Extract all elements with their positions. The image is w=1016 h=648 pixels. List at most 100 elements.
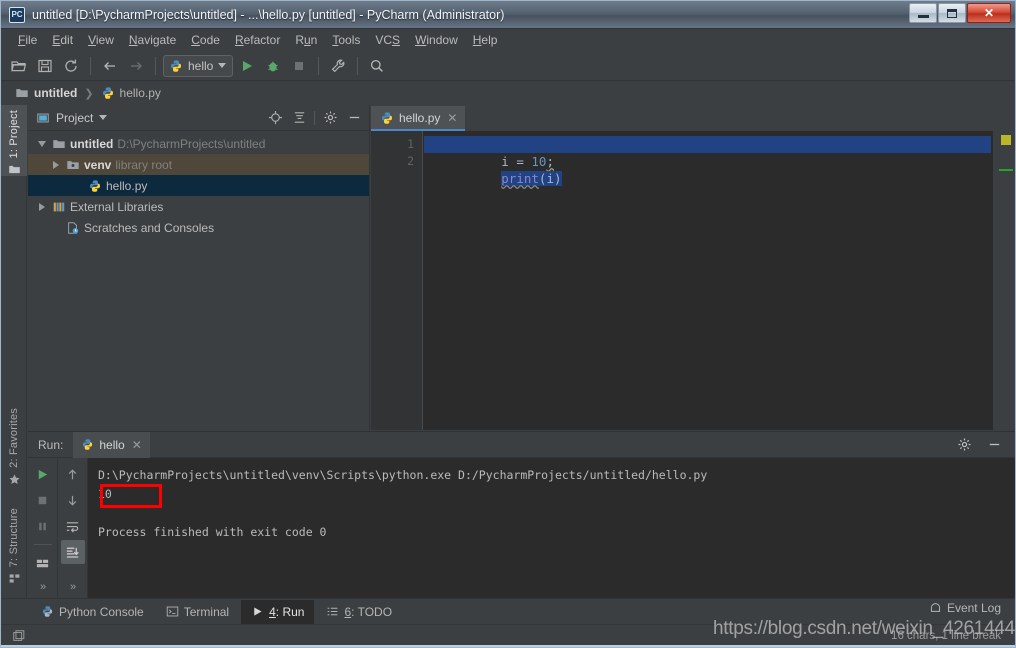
expand-toggle-icon[interactable] xyxy=(50,160,62,169)
event-log-button[interactable]: Event Log xyxy=(929,601,1001,615)
app-logo-icon: PC xyxy=(9,6,25,23)
menu-item-help[interactable]: Help xyxy=(466,31,505,49)
open-folder-button[interactable] xyxy=(7,54,31,78)
up-stack-button[interactable] xyxy=(61,462,85,486)
editor-tab-hello-py[interactable]: hello.py ✕ xyxy=(371,106,466,131)
tree-label-hello-py: hello.py xyxy=(106,178,148,193)
run-window-actions xyxy=(955,436,1015,454)
terminal-icon xyxy=(166,606,178,617)
expand-toggle-icon[interactable] xyxy=(36,202,48,211)
status-bar-right: 16 chars, 1 line break xyxy=(891,630,1015,642)
tree-row-hello-py[interactable]: hello.py xyxy=(28,175,369,196)
bottom-tab-todo[interactable]: 6: TODO xyxy=(316,600,402,624)
menu-item-tools[interactable]: Tools xyxy=(325,31,367,49)
status-text: 16 chars, 1 line break xyxy=(891,630,1001,642)
collapse-all-icon xyxy=(294,112,304,123)
menu-item-navigate[interactable]: Navigate xyxy=(122,31,183,49)
sidebar-item-favorites[interactable]: 2: Favorites xyxy=(1,403,27,486)
menu-item-vcs[interactable]: VCS xyxy=(368,31,407,49)
window-bottom-frame xyxy=(1,645,1015,647)
scroll-to-end-button[interactable] xyxy=(60,540,85,564)
editor-body[interactable]: 1 2 i = 10; print(i) xyxy=(371,131,1015,430)
menu-item-view[interactable]: View xyxy=(81,31,121,49)
navigate-back-button[interactable] xyxy=(98,54,122,78)
search-button[interactable] xyxy=(365,54,389,78)
project-panel-header: Project xyxy=(28,105,369,131)
project-icon xyxy=(37,113,49,122)
debug-icon xyxy=(268,61,279,71)
run-console[interactable]: D:\PycharmProjects\untitled\venv\Scripts… xyxy=(88,458,1015,599)
stop-button[interactable] xyxy=(287,54,311,78)
sync-button[interactable] xyxy=(59,54,83,78)
project-settings-button[interactable] xyxy=(321,109,339,127)
code-viewport[interactable]: i = 10; print(i) xyxy=(424,131,991,430)
sync-icon xyxy=(65,59,77,72)
hide-panel-button[interactable] xyxy=(345,109,363,127)
tree-label-untitled: untitled xyxy=(70,136,114,151)
more-icon[interactable]: » xyxy=(70,581,76,593)
toggle-toolbar-button[interactable] xyxy=(11,628,27,644)
minimize-button[interactable] xyxy=(909,3,937,23)
bottom-tab-python-console[interactable]: Python Console xyxy=(31,600,154,624)
bottom-tab-run[interactable]: 4: Run xyxy=(241,599,315,624)
status-bar: 16 chars, 1 line break xyxy=(1,624,1015,647)
warning-marker[interactable] xyxy=(1001,135,1011,145)
tree-row-external-libraries[interactable]: External Libraries xyxy=(28,196,369,217)
more-icon[interactable]: » xyxy=(40,581,46,593)
sidebar-item-favorites-label: 2: Favorites xyxy=(8,408,20,468)
navigate-forward-button[interactable] xyxy=(124,54,148,78)
sidebar-item-project[interactable]: 1: Project xyxy=(1,105,27,177)
stop-button[interactable] xyxy=(31,488,55,512)
pause-output-button[interactable] xyxy=(31,514,55,538)
soft-wrap-button[interactable] xyxy=(61,514,85,538)
menu-item-run[interactable]: Run xyxy=(288,31,324,49)
menu-item-refactor[interactable]: Refactor xyxy=(228,31,287,49)
event-log-icon xyxy=(930,602,941,612)
menu-item-edit[interactable]: Edit xyxy=(45,31,80,49)
run-hide-button[interactable] xyxy=(985,436,1003,454)
rerun-button[interactable] xyxy=(31,462,55,486)
menu-item-window[interactable]: Window xyxy=(408,31,465,49)
run-toolbar-secondary: » xyxy=(58,458,88,599)
layout-button[interactable] xyxy=(31,551,55,575)
run-button[interactable] xyxy=(235,54,259,78)
editor-marker-strip[interactable] xyxy=(992,131,1015,430)
run-tab-hello[interactable]: hello ✕ xyxy=(73,431,150,458)
breadcrumb-file[interactable]: hello.py xyxy=(120,86,161,100)
tree-label-scratches: Scratches and Consoles xyxy=(84,220,215,235)
menu-item-code[interactable]: Code xyxy=(184,31,227,49)
sidebar-item-structure-label: 7: Structure xyxy=(8,508,20,568)
save-all-button[interactable] xyxy=(33,54,57,78)
breadcrumb-project[interactable]: untitled xyxy=(34,86,77,100)
run-window-label: Run: xyxy=(38,437,64,452)
close-icon[interactable]: ✕ xyxy=(447,111,457,125)
window-controls: ✕ xyxy=(909,3,1011,23)
run-configuration-selector[interactable]: hello xyxy=(163,54,234,77)
close-icon[interactable]: ✕ xyxy=(132,438,142,452)
settings-button[interactable] xyxy=(326,54,350,78)
menu-item-file[interactable]: File xyxy=(11,31,44,49)
chevron-down-icon[interactable] xyxy=(99,115,108,120)
toolbar-separator-3 xyxy=(318,56,320,75)
structure-icon xyxy=(9,574,19,583)
tree-row-untitled[interactable]: untitled D:\PycharmProjects\untitled xyxy=(28,133,369,154)
debug-button[interactable] xyxy=(261,54,285,78)
title-bar: PC untitled [D:\PycharmProjects\untitled… xyxy=(1,1,1015,29)
tree-row-venv[interactable]: venv library root xyxy=(28,154,369,175)
tree-row-scratches[interactable]: Scratches and Consoles xyxy=(28,217,369,238)
close-button[interactable]: ✕ xyxy=(967,3,1011,23)
collapse-all-button[interactable] xyxy=(290,109,308,127)
toggle-toolbar-icon xyxy=(13,630,25,641)
maximize-button[interactable] xyxy=(938,3,966,23)
run-settings-button[interactable] xyxy=(955,436,973,454)
sidebar-item-structure[interactable]: 7: Structure xyxy=(1,503,27,585)
expand-toggle-icon[interactable] xyxy=(36,140,48,147)
open-folder-icon xyxy=(11,60,27,71)
locate-button[interactable] xyxy=(266,109,284,127)
bottom-tab-terminal[interactable]: Terminal xyxy=(156,600,239,624)
tree-suffix-untitled: D:\PycharmProjects\untitled xyxy=(117,136,266,151)
code-line-1[interactable]: i = 10; xyxy=(424,136,991,169)
down-stack-button[interactable] xyxy=(61,488,85,512)
console-line-status: Process finished with exit code 0 xyxy=(98,525,327,539)
run-window-header: Run: hello ✕ xyxy=(28,431,1015,458)
